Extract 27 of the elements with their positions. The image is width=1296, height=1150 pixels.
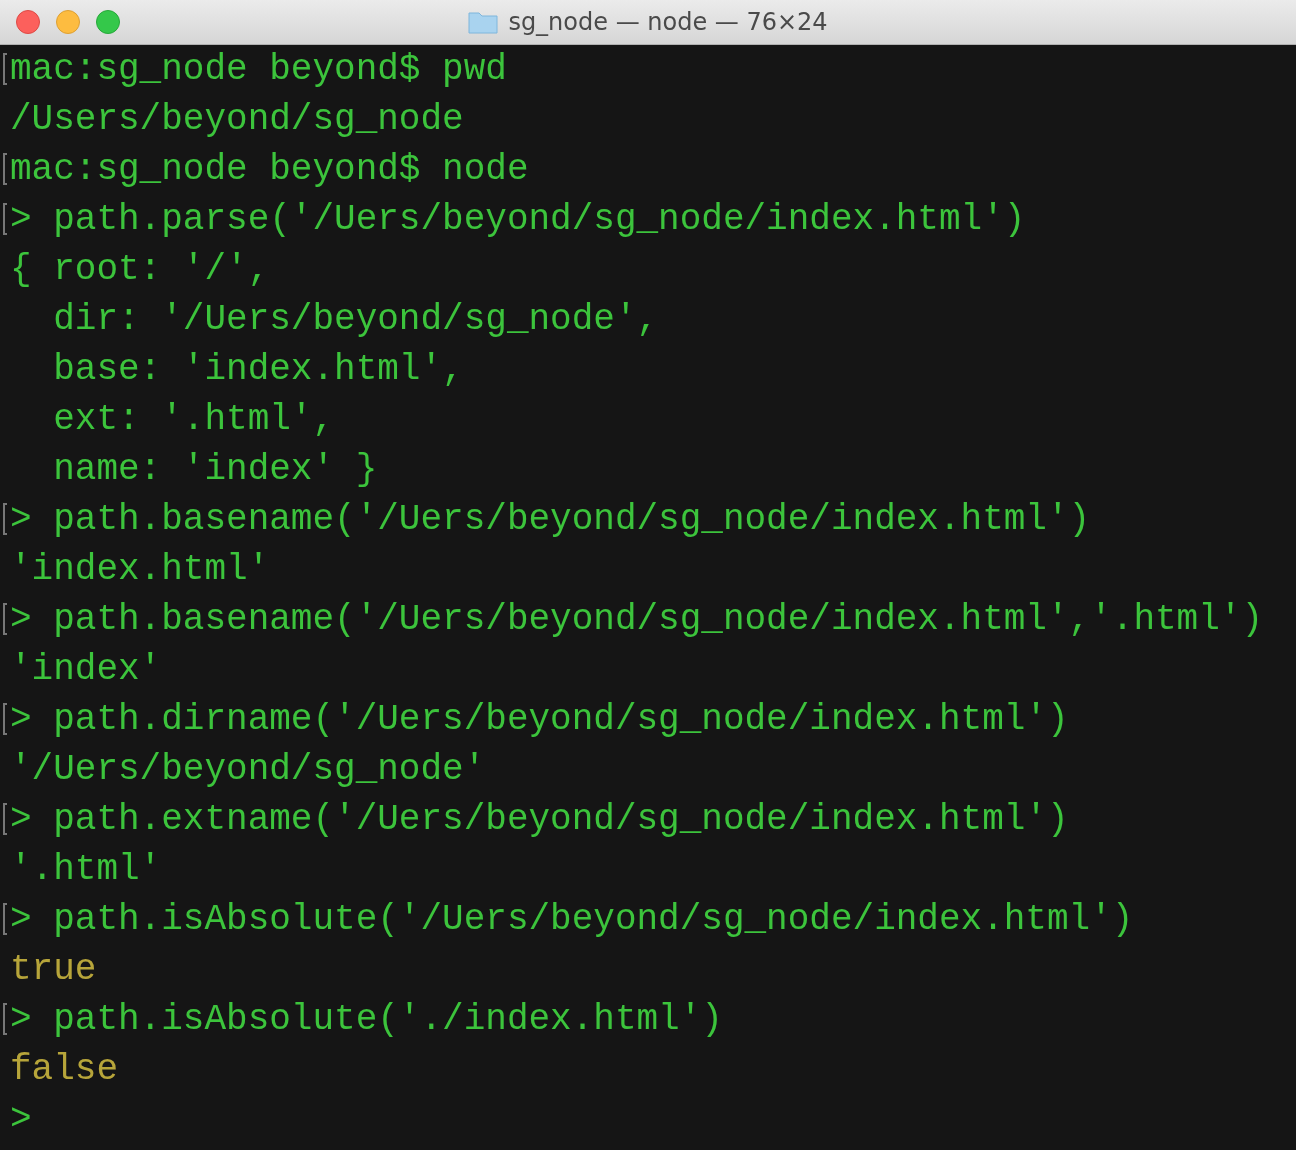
output-line: 'index.html' <box>10 548 270 592</box>
minimize-button[interactable] <box>56 10 80 34</box>
command-line: > path.dirname('/Uers/beyond/sg_node/index.html') <box>10 698 1069 742</box>
output-line: 'index' <box>10 648 162 692</box>
folder-icon <box>468 10 499 34</box>
command-line: > path.parse('/Uers/beyond/sg_node/index.html') <box>10 198 1026 242</box>
command-line: mac:sg_node beyond$ node <box>10 148 529 192</box>
output-line: base: 'index.html', <box>52 348 464 392</box>
output-line: name: 'index' } <box>52 448 378 492</box>
output-line: '/Uers/beyond/sg_node' <box>10 748 486 792</box>
command-line: > path.basename('/Uers/beyond/sg_node/index.html') <box>10 498 1091 542</box>
command-line: > path.extname('/Uers/beyond/sg_node/index.html') <box>10 798 1069 842</box>
output-line: /Users/beyond/sg_node <box>10 98 464 142</box>
command-line: > path.isAbsolute('./index.html') <box>10 998 723 1042</box>
command-line: > <box>10 1098 32 1142</box>
zoom-button[interactable] <box>96 10 120 34</box>
command-line: > path.isAbsolute('/Uers/beyond/sg_node/index.html') <box>10 898 1134 942</box>
boolean-output: true <box>10 948 97 992</box>
command-line: > path.basename('/Uers/beyond/sg_node/index.html','.html') <box>10 598 1263 642</box>
output-line: { root: '/', <box>10 248 270 292</box>
output-line: dir: '/Uers/beyond/sg_node', <box>52 298 659 342</box>
command-line: mac:sg_node beyond$ pwd <box>10 48 507 92</box>
boolean-output: false <box>10 1048 119 1092</box>
close-button[interactable] <box>16 10 40 34</box>
output-line: '.html' <box>10 848 162 892</box>
output-line: ext: '.html', <box>52 398 335 442</box>
window-title: sg_node — node — 76×24 <box>508 8 828 36</box>
